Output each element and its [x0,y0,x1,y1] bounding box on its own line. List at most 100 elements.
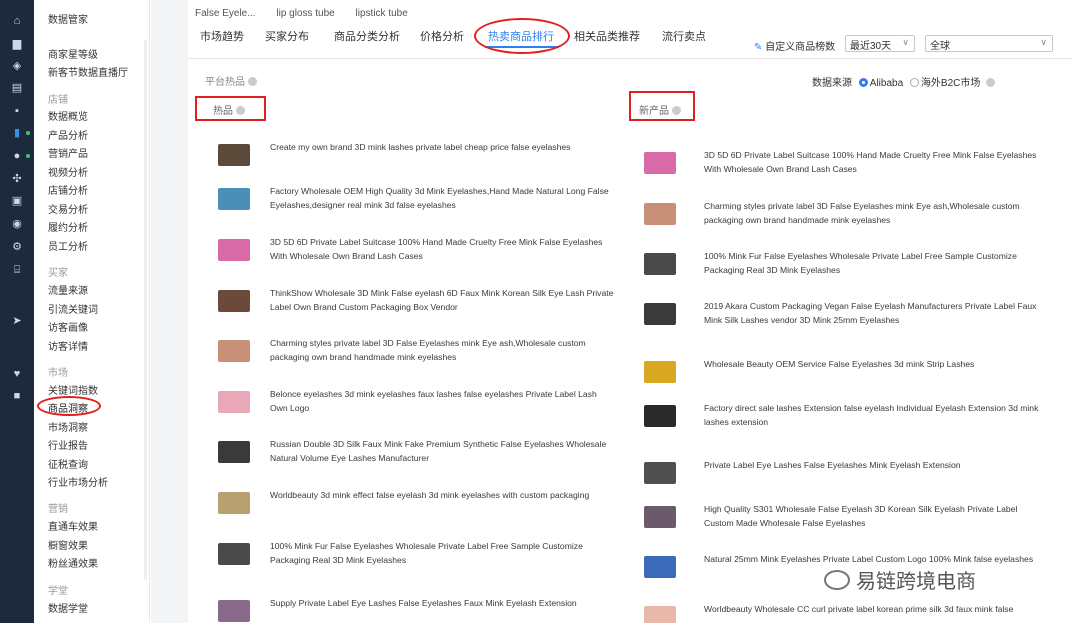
product-title[interactable]: Factory direct sale lashes Extension fal… [704,401,1049,429]
sidebar-item[interactable]: 数据学堂 [48,600,88,615]
globe-icon[interactable]: ◉ [11,218,23,230]
product-title[interactable]: Natural 25mm Mink Eyelashes Private Labe… [704,552,1049,566]
radio-alibaba-label[interactable]: Alibaba [870,78,903,89]
sidebar-item[interactable]: 产品分析 [48,127,88,142]
clipboard-icon[interactable]: ▣ [11,195,23,207]
message-icon[interactable]: ▪ [11,105,23,117]
radio-overseas-b2c-label[interactable]: 海外B2C市场 [921,78,980,89]
keyword-tab[interactable]: False Eyele... [195,8,256,19]
product-thumbnail[interactable] [218,600,250,622]
sidebar-item[interactable]: 橱窗效果 [48,537,88,552]
sidebar-item[interactable]: 征税查询 [48,456,88,471]
sidebar-item[interactable]: 履约分析 [48,219,88,234]
settings-icon[interactable]: ⚙ [11,241,23,253]
annotation-box-new [629,91,695,121]
keyword-tab[interactable]: lipstick tube [356,8,408,19]
product-title[interactable]: Factory Wholesale OEM High Quality 3d Mi… [270,184,615,212]
sidebar-item[interactable]: 商家星等级 [48,46,98,61]
tab-related-categories[interactable]: 相关品类推荐 [574,28,640,44]
home-icon[interactable]: ⌂ [11,15,23,27]
sidebar-item[interactable]: 店铺分析 [48,182,88,197]
product-thumbnail[interactable] [218,188,250,210]
share-icon[interactable]: ✣ [11,173,23,185]
product-thumbnail[interactable] [644,556,676,578]
product-thumbnail[interactable] [644,361,676,383]
sidebar-section-header: 店铺 [48,95,68,106]
product-thumbnail[interactable] [644,253,676,275]
radio-alibaba[interactable] [858,78,868,87]
product-thumbnail[interactable] [218,391,250,413]
heart-icon[interactable]: ♥ [11,368,23,380]
product-thumbnail[interactable] [218,492,250,514]
product-title[interactable]: Wholesale Beauty OEM Service False Eyela… [704,357,1049,371]
product-thumbnail[interactable] [218,340,250,362]
sidebar-item[interactable]: 新客节数据直播厅 [48,64,128,79]
sidebar-item[interactable]: 营销产品 [48,145,88,160]
shield-icon[interactable]: ◈ [11,60,23,72]
product-title[interactable]: 100% Mink Fur False Eyelashes Wholesale … [270,539,615,567]
product-thumbnail[interactable] [644,506,676,528]
send-icon[interactable]: ➤ [11,315,23,327]
product-thumbnail[interactable] [218,441,250,463]
tab-category-analysis[interactable]: 商品分类分析 [334,28,400,44]
region-select[interactable]: 全球 ∨ [925,35,1053,52]
tab-market-trend[interactable]: 市场趋势 [200,28,244,44]
product-title[interactable]: 3D 5D 6D Private Label Suitcase 100% Han… [704,148,1049,176]
period-select[interactable]: 最近30天 ∨ [845,35,915,52]
sidebar-item[interactable]: 直通车效果 [48,518,98,533]
document-icon[interactable]: ▤ [11,82,23,94]
sidebar-item[interactable]: 行业市场分析 [48,474,108,489]
sidebar-item[interactable]: 员工分析 [48,238,88,253]
chart-icon[interactable]: ▮ [11,127,23,139]
product-title[interactable]: Belonce eyelashes 3d mink eyelashes faux… [270,387,615,415]
tab-buyer-distribution[interactable]: 买家分布 [265,28,309,44]
product-title[interactable]: Create my own brand 3D mink lashes priva… [270,140,615,154]
sidebar-item[interactable]: 访客画像 [48,319,88,334]
product-title[interactable]: Worldbeauty Wholesale CC curl private la… [704,602,1049,616]
briefcase-icon[interactable]: ■ [11,390,23,402]
product-title[interactable]: Charming styles private label 3D False E… [704,199,1049,227]
product-title[interactable]: 3D 5D 6D Private Label Suitcase 100% Han… [270,235,615,263]
product-thumbnail[interactable] [644,405,676,427]
product-thumbnail[interactable] [644,303,676,325]
sidebar-item[interactable]: 数据概览 [48,108,88,123]
sidebar-item[interactable]: 粉丝通效果 [48,555,98,570]
sidebar-item[interactable]: 交易分析 [48,201,88,216]
product-title[interactable]: ThinkShow Wholesale 3D Mink False eyelas… [270,286,615,314]
product-thumbnail[interactable] [644,462,676,484]
store-icon[interactable]: ▆ [11,38,23,50]
product-title[interactable]: 2019 Akara Custom Packaging Vegan False … [704,299,1049,327]
bank-icon[interactable]: ⌸ [11,264,23,276]
product-thumbnail[interactable] [218,144,250,166]
product-title[interactable]: Worldbeauty 3d mink effect false eyelash… [270,488,615,502]
sidebar-item[interactable]: 关键词指数 [48,382,98,397]
product-title[interactable]: Charming styles private label 3D False E… [270,336,615,364]
sidebar-item[interactable]: 视频分析 [48,164,88,179]
users-icon[interactable]: ● [11,150,23,162]
sidebar-item[interactable]: 流量来源 [48,282,88,297]
sidebar-item[interactable]: 引流关键词 [48,301,98,316]
product-title[interactable]: Russian Double 3D Silk Faux Mink Fake Pr… [270,437,615,465]
product-title[interactable]: High Quality S301 Wholesale False Eyelas… [704,502,1049,530]
product-title[interactable]: Supply Private Label Eye Lashes False Ey… [270,596,615,610]
help-icon[interactable] [986,78,996,87]
radio-overseas-b2c[interactable] [909,78,919,87]
sidebar-scrollbar[interactable] [144,40,147,580]
product-title[interactable]: Private Label Eye Lashes False Eyelashes… [704,458,1049,472]
sidebar-item[interactable]: 市场洞察 [48,419,88,434]
product-thumbnail[interactable] [644,152,676,174]
custom-ranking-link[interactable]: ✎ 自定义商品榜数 [754,38,835,53]
product-thumbnail[interactable] [218,239,250,261]
product-thumbnail[interactable] [644,606,676,623]
sidebar-item[interactable]: 数据管家 [48,11,88,26]
help-icon[interactable] [248,77,257,86]
keyword-tab[interactable]: lip gloss tube [276,8,334,19]
sidebar-item[interactable]: 行业报告 [48,437,88,452]
product-thumbnail[interactable] [218,290,250,312]
tab-trending-selling-points[interactable]: 流行卖点 [662,28,706,44]
product-thumbnail[interactable] [218,543,250,565]
product-title[interactable]: 100% Mink Fur False Eyelashes Wholesale … [704,249,1049,277]
product-thumbnail[interactable] [644,203,676,225]
tab-price-analysis[interactable]: 价格分析 [420,28,464,44]
sidebar-item[interactable]: 访客详情 [48,338,88,353]
